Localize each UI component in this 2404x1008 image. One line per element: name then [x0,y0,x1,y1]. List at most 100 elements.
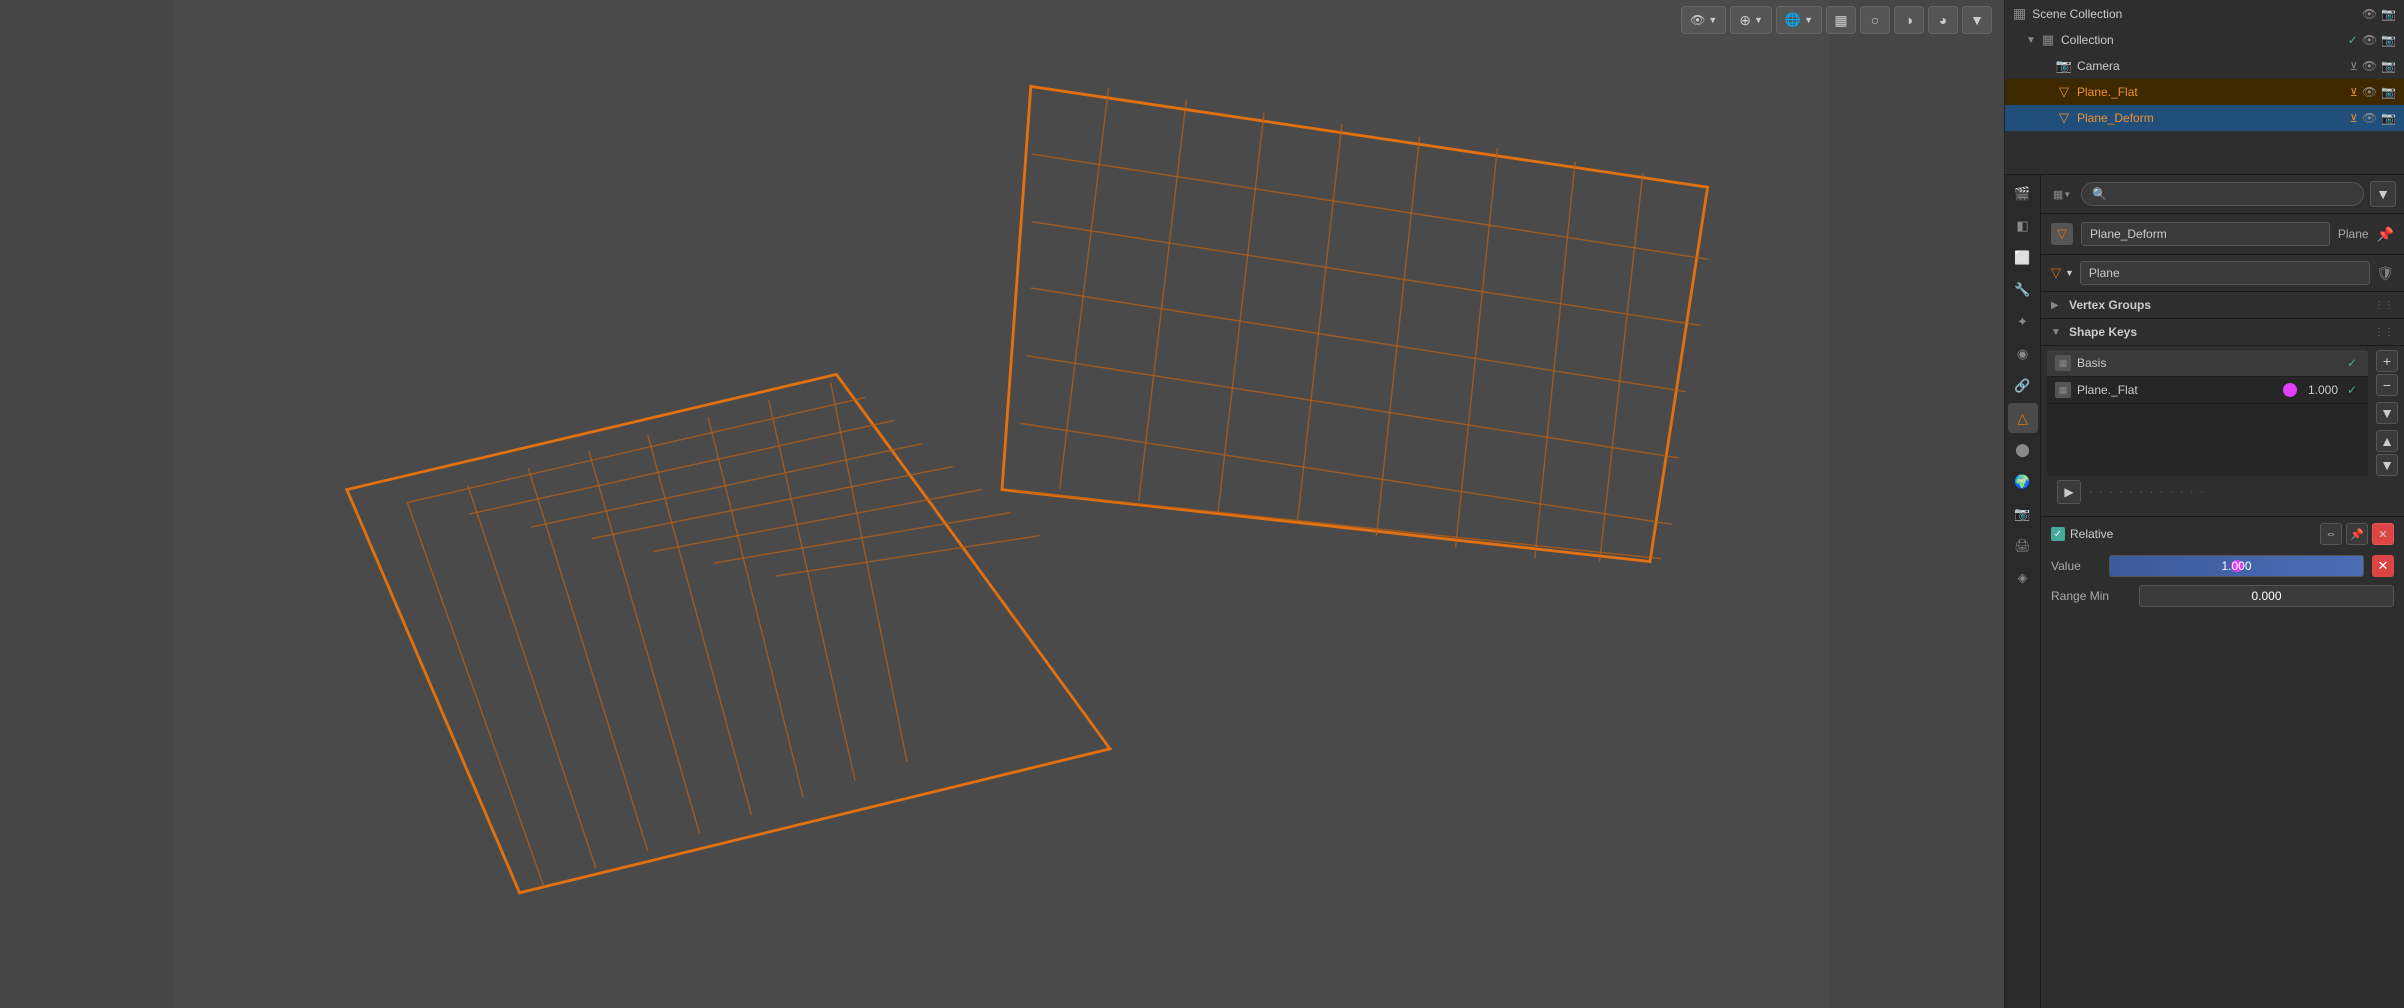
solid-shading-btn[interactable]: ○ [1860,6,1890,34]
plane-deform-visibility-icon[interactable]: 👁 [2362,111,2377,125]
particles-icon: ✦ [2017,314,2028,330]
value-row: Value 1.000 ✕ [2041,551,2404,581]
plane-flat-render-icon[interactable]: 📷 [2381,85,2396,99]
add-shape-key-btn[interactable]: + [2376,350,2398,372]
relative-pin-btn[interactable]: 📌 [2346,523,2368,545]
range-min-slider[interactable]: 0.000 [2139,585,2394,607]
vertex-groups-section-header[interactable]: ▶ Vertex Groups ⋮⋮ [2041,292,2404,319]
material-shading-btn[interactable]: ◑ [1894,6,1924,34]
search-bar: ▦ ▼ ▼ [2041,175,2404,214]
shading-more-btn[interactable]: ▼ [1962,6,1992,34]
relative-label[interactable]: ✓ Relative [2051,527,2314,541]
collection-check-icon[interactable]: ✓ [2348,33,2358,47]
outliner-item-collection[interactable]: ▼ ▦ Collection ✓ 👁 📷 [2005,27,2404,53]
plane-flat-value: 1.000 [2303,383,2338,397]
object-name-field[interactable] [2081,222,2330,246]
outliner-item-camera[interactable]: ▶ 📷 Camera ⊻ 👁 📷 [2005,53,2404,79]
plane-flat-visibility-icon[interactable]: 👁 [2362,85,2377,99]
viewport-shading-btn[interactable]: 👁 ▼ [1681,6,1726,34]
shape-key-row-basis[interactable]: ▦ Basis ✓ [2047,350,2368,377]
sidebar-icon-view-layer[interactable]: ◧ [2008,211,2038,241]
vertex-groups-dots: ⋮⋮ [2374,300,2394,311]
viewport[interactable]: 👁 ▼ ⊕ ▼ 🌐 ▼ ▦ ○ ◑ ◕ ▼ [0,0,2004,1008]
gizmo-btn[interactable]: 🌐 ▼ [1776,6,1822,34]
props-dropdown-btn[interactable]: ▦ ▼ [2049,181,2075,207]
collection-icon: ▦ [2039,31,2057,49]
basis-mesh-symbol: ▦ [2059,358,2068,369]
value-label: Value [2051,559,2101,573]
sidebar-icon-particles[interactable]: ✦ [2008,307,2038,337]
quad-view-btn[interactable]: ▦ [1826,6,1856,34]
basis-mesh-icon: ▦ [2055,355,2071,371]
camera-render-icon[interactable]: 📷 [2381,59,2396,73]
props-icon: ▦ [2053,188,2063,201]
scene-collection-label: Scene Collection [2032,7,2122,21]
camera-filter-icon[interactable]: ⊻ [2350,60,2358,73]
sidebar-icon-output[interactable]: 🖨 [2008,531,2038,561]
plane-flat-filter-icon[interactable]: ⊻ [2350,86,2358,99]
right-panel: ▦ Scene Collection 👁 📷 ▼ ▦ Collection ✓ … [2004,0,2404,1008]
shape-key-up-btn[interactable]: ▲ [2376,430,2398,452]
mesh-dropdown-arrow: ▼ [2065,268,2074,278]
remove-shape-key-btn[interactable]: − [2376,374,2398,396]
sidebar-icon-compositing[interactable]: ◈ [2008,563,2038,593]
plane-deform-render-icon[interactable]: 📷 [2381,111,2396,125]
plane-deform-filter-icon[interactable]: ⊻ [2350,112,2358,125]
sidebar-icon-render[interactable]: 📷 [2008,499,2038,529]
outliner-item-plane-deform[interactable]: ▶ ▽ Plane_Deform ⊻ 👁 📷 [2005,105,2404,131]
visibility-icon-scene[interactable]: 👁 [2362,7,2377,21]
sidebar-icon-object-data[interactable]: △ [2008,403,2038,433]
scene-collection-icon: ▦ [2013,5,2026,22]
object-name-row: ▽ Plane 📌 [2041,214,2404,255]
rendered-shading-btn[interactable]: ◕ [1928,6,1958,34]
sidebar-icon-object[interactable]: ⬜ [2008,243,2038,273]
shape-key-more-btn[interactable]: ▼ [2376,402,2398,424]
value-slider[interactable]: 1.000 [2109,555,2364,577]
search-expand-btn[interactable]: ▼ [2370,181,2396,207]
sidebar-icon-scene[interactable]: 🎬 [2008,179,2038,209]
shape-keys-title: Shape Keys [2069,325,2137,339]
basis-check[interactable]: ✓ [2344,355,2360,371]
search-input[interactable] [2081,182,2364,206]
constraints-icon: 🔗 [2014,378,2030,394]
outliner-item-plane-flat[interactable]: ▶ ▽ Plane._Flat ⊻ 👁 📷 [2005,79,2404,105]
collection-render-icon[interactable]: 📷 [2381,33,2396,47]
relative-checkbox[interactable]: ✓ [2051,527,2065,541]
plane-flat-label: Plane._Flat [2077,85,2350,99]
mesh-name-field[interactable] [2080,261,2370,285]
sidebar-icon-constraints[interactable]: 🔗 [2008,371,2038,401]
rendered-icon: ◕ [1939,12,1947,28]
scene-collection-row[interactable]: ▦ Scene Collection 👁 📷 [2005,0,2404,27]
camera-actions: ⊻ 👁 📷 [2350,59,2396,73]
quad-icon: ▦ [1834,12,1847,29]
basis-name: Basis [2077,356,2338,370]
play-btn[interactable]: ▶ [2057,480,2081,504]
mesh-type-dropdown[interactable]: ▽ ▼ [2051,265,2074,281]
plane-flat-key-icon: ▦ [2055,382,2071,398]
relative-close-btn[interactable]: ✕ [2372,523,2394,545]
shape-key-down-btn[interactable]: ▼ [2376,454,2398,476]
sidebar-icon-material[interactable]: ⬤ [2008,435,2038,465]
obj-mesh-icon: ▽ [2051,223,2073,245]
scene-collection-actions: 👁 📷 [2362,7,2396,21]
render-icon-scene[interactable]: 📷 [2381,7,2396,21]
overlay-btn[interactable]: ⊕ ▼ [1730,6,1772,34]
shape-key-row-plane-flat[interactable]: ▦ Plane._Flat 1.000 ✓ [2047,377,2368,404]
value-close-btn[interactable]: ✕ [2372,555,2394,577]
sidebar-icon-physics[interactable]: ◉ [2008,339,2038,369]
modifier-icon: 🔧 [2014,282,2030,298]
collection-collapse-btn[interactable]: ▼ [2025,35,2037,46]
pin-icon[interactable]: 📌 [2377,226,2394,243]
plane-flat-color-dot [2283,383,2297,397]
collection-visibility-icon[interactable]: 👁 [2362,33,2377,47]
shape-keys-section-header[interactable]: ▼ Shape Keys ⋮⋮ [2041,319,2404,346]
shape-keys-toggle: ▼ [2051,327,2063,338]
camera-visibility-icon[interactable]: 👁 [2362,59,2377,73]
relative-normalize-btn[interactable]: ⇔ [2320,523,2342,545]
sidebar-icon-world[interactable]: 🌍 [2008,467,2038,497]
shield-icon[interactable]: 🛡 [2376,265,2394,282]
plane-flat-check[interactable]: ✓ [2344,382,2360,398]
play-dots: · · · · · · · · · · · · [2089,487,2206,498]
viewport-toolbar: 👁 ▼ ⊕ ▼ 🌐 ▼ ▦ ○ ◑ ◕ ▼ [1669,0,2004,40]
sidebar-icon-modifier[interactable]: 🔧 [2008,275,2038,305]
